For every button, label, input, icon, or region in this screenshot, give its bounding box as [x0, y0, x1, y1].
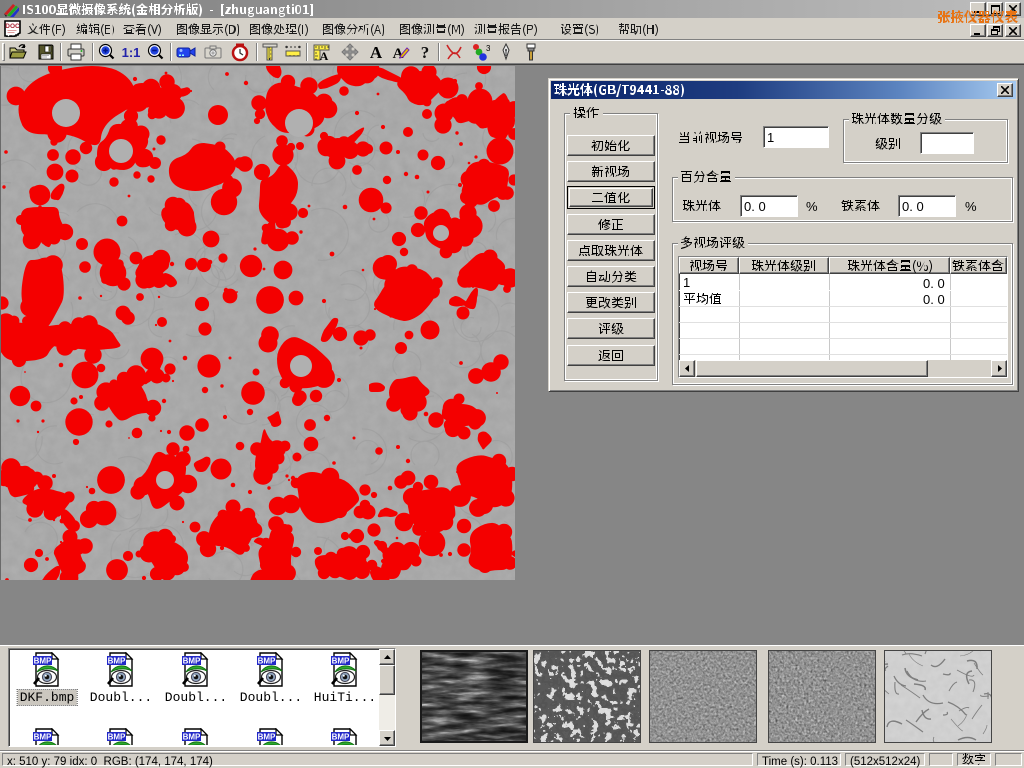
- svg-text:BMP: BMP: [258, 657, 276, 666]
- svg-text:1:1: 1:1: [122, 45, 141, 60]
- svg-text:BMP: BMP: [183, 657, 201, 666]
- svg-text:?: ?: [421, 43, 430, 62]
- svg-text:BMP: BMP: [183, 733, 201, 742]
- svg-text:3: 3: [486, 44, 490, 53]
- svg-text:BMP: BMP: [108, 733, 126, 742]
- svg-text:BMP: BMP: [34, 657, 52, 666]
- svg-text:BMP: BMP: [332, 733, 350, 742]
- svg-text:A: A: [320, 49, 329, 62]
- svg-text:DOC: DOC: [5, 23, 20, 30]
- svg-text:BMP: BMP: [258, 733, 276, 742]
- svg-text:A: A: [370, 43, 383, 62]
- svg-text:BMP: BMP: [108, 657, 126, 666]
- svg-text:BMP: BMP: [34, 733, 52, 742]
- svg-text:BMP: BMP: [332, 657, 350, 666]
